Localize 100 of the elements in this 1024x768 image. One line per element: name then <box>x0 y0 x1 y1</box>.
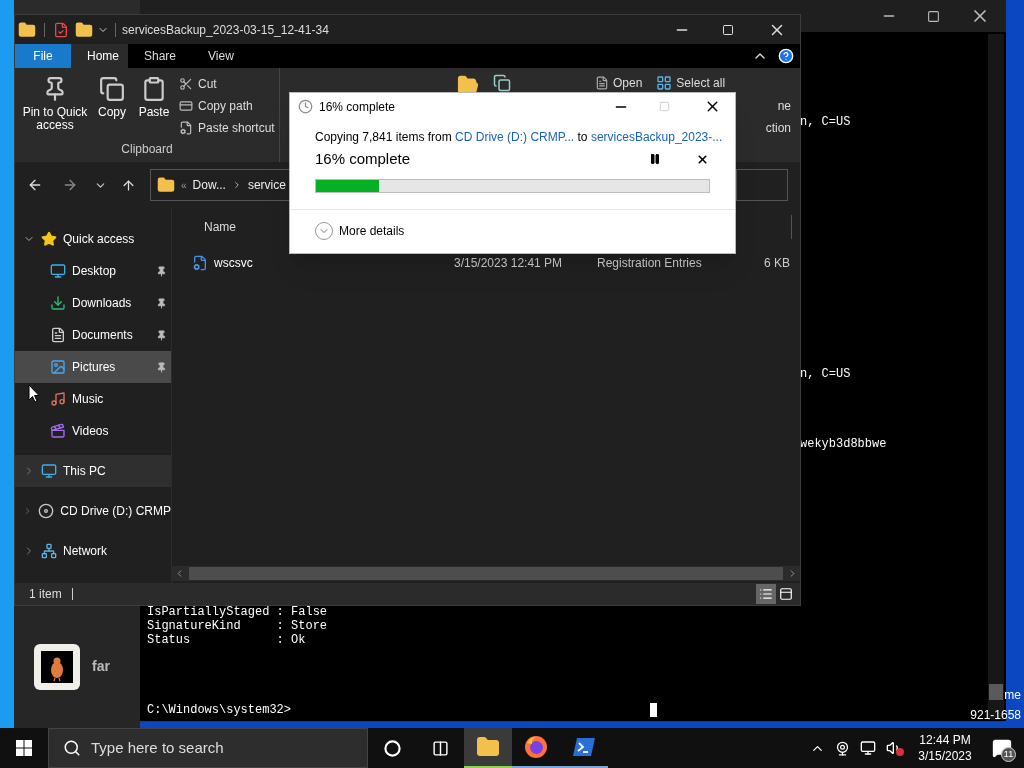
ribbon-tab[interactable]: Home <box>71 44 128 68</box>
scrollbar-thumb[interactable] <box>189 567 783 580</box>
help-icon[interactable] <box>778 48 794 64</box>
nav-item[interactable]: Pictures <box>15 351 171 383</box>
bird-icon <box>41 650 73 683</box>
folder-icon[interactable] <box>75 20 93 39</box>
preview-pane-icon <box>779 587 793 601</box>
monitor-icon <box>41 463 57 479</box>
taskbar-search-field[interactable]: Type here to search <box>48 728 368 768</box>
forward-icon[interactable] <box>62 177 78 193</box>
search-placeholder: Type here to search <box>91 737 224 758</box>
up-icon[interactable] <box>121 177 136 193</box>
nav-label: Downloads <box>72 295 133 312</box>
more-details-button[interactable]: More details <box>315 222 405 241</box>
list-icon <box>759 587 773 601</box>
window-title: servicesBackup_2023-03-15_12-41-34 <box>122 21 330 39</box>
app-tile[interactable] <box>34 643 80 690</box>
source-link[interactable]: CD Drive (D:) CRMP... <box>455 130 575 144</box>
select-all-button[interactable]: Select all <box>656 74 726 92</box>
nav-label: Music <box>72 391 105 408</box>
file-date: 3/15/2023 12:41 PM <box>454 255 564 272</box>
nav-label: Videos <box>72 423 110 440</box>
clock[interactable]: 12:44 PM 3/15/2023 <box>910 728 980 768</box>
taskbar-app[interactable] <box>464 728 512 768</box>
clock-time: 12:44 PM <box>919 732 971 748</box>
console-text: n, C=US <box>800 367 851 381</box>
nav-label: Desktop <box>72 263 118 280</box>
music-note-icon <box>50 391 66 407</box>
registry-file-icon <box>192 255 208 271</box>
ribbon-button[interactable]: Cut <box>179 76 275 92</box>
copy-icon <box>99 76 125 102</box>
console-text: Status : Ok <box>147 633 307 647</box>
nav-item[interactable]: Music <box>15 383 171 415</box>
notifications-button[interactable]: 11 <box>980 728 1024 768</box>
back-icon[interactable] <box>27 177 43 193</box>
nav-label: This PC <box>63 463 106 480</box>
nav-item[interactable]: Network <box>15 535 171 567</box>
windows-logo-icon <box>16 740 32 756</box>
file-type: Registration Entries <box>597 255 703 272</box>
search-icon <box>63 739 81 757</box>
folder-icon <box>157 176 175 194</box>
details-view-button[interactable] <box>756 584 776 604</box>
folder-icon[interactable] <box>18 20 36 39</box>
nav-item[interactable]: Quick access <box>15 223 171 255</box>
image-icon <box>50 359 66 375</box>
cancel-icon[interactable] <box>696 152 709 166</box>
scrollbar-thumb[interactable] <box>989 684 1003 700</box>
star-icon <box>41 231 57 247</box>
document-icon <box>50 327 66 343</box>
grid-icon <box>656 75 673 91</box>
group-label: Clipboard <box>120 141 174 158</box>
breadcrumb[interactable]: Dow... <box>192 176 226 194</box>
document-icon <box>595 76 609 90</box>
horizontal-scrollbar[interactable] <box>172 566 800 581</box>
nav-item[interactable]: Desktop <box>15 255 171 287</box>
console-text: IsPartiallyStaged : False <box>147 605 328 619</box>
download-icon <box>50 295 66 311</box>
muted-speaker-icon[interactable] <box>886 740 904 756</box>
folder-icon <box>476 735 500 759</box>
circle-icon <box>383 739 401 757</box>
ribbon-tab[interactable]: Share <box>128 44 193 68</box>
nav-item[interactable]: Videos <box>15 415 171 447</box>
file-name: wscsvc <box>214 255 254 272</box>
nav-item[interactable]: Downloads <box>15 287 171 319</box>
ribbon-button[interactable]: Paste shortcut <box>179 120 275 136</box>
notification-badge: 11 <box>1001 747 1016 762</box>
app-label: far <box>92 657 110 676</box>
properties-icon[interactable] <box>53 21 69 38</box>
nav-label: Pictures <box>72 359 117 376</box>
ribbon-button[interactable]: Copy <box>91 76 133 140</box>
nav-label: Documents <box>72 327 134 344</box>
webcam-icon[interactable] <box>835 740 850 756</box>
overflow-marker[interactable]: « <box>181 177 187 193</box>
nav-item[interactable]: This PC <box>15 455 171 487</box>
maximize-icon[interactable] <box>927 9 940 23</box>
nav-item[interactable]: CD Drive (D:) CRMP <box>15 495 171 527</box>
open-button[interactable]: Open <box>595 74 643 92</box>
destination-link[interactable]: servicesBackup_2023-... <box>590 130 723 144</box>
ribbon-tab[interactable]: View <box>192 44 250 68</box>
ribbon-label: ction <box>765 121 791 135</box>
pause-icon[interactable] <box>649 153 661 166</box>
scissors-icon <box>179 77 193 91</box>
maximize-icon[interactable] <box>722 23 734 36</box>
clipboard-icon <box>141 76 167 102</box>
file-size: 6 KB <box>763 255 790 272</box>
breadcrumb[interactable]: service <box>247 176 286 194</box>
nav-item[interactable]: Documents <box>15 319 171 351</box>
search-field[interactable] <box>736 169 788 201</box>
file-row[interactable]: wscsvc 3/15/2023 12:41 PM Registration Entries 6 KB <box>172 252 800 274</box>
column-header[interactable]: Name <box>204 218 236 236</box>
ribbon-tab[interactable]: File <box>15 44 71 68</box>
nav-label: CD Drive (D:) CRMP <box>60 503 171 520</box>
ribbon-button[interactable]: Pin to Quick access <box>19 76 91 140</box>
ribbon-button[interactable]: Paste <box>133 76 175 140</box>
browser-logo-icon <box>524 735 548 759</box>
nav-label: Quick access <box>63 231 135 248</box>
console-text: n, C=US <box>800 115 851 129</box>
copy-icon[interactable] <box>493 74 511 92</box>
ribbon-label: ne <box>777 99 791 113</box>
ribbon-button[interactable]: Copy path <box>179 98 275 114</box>
